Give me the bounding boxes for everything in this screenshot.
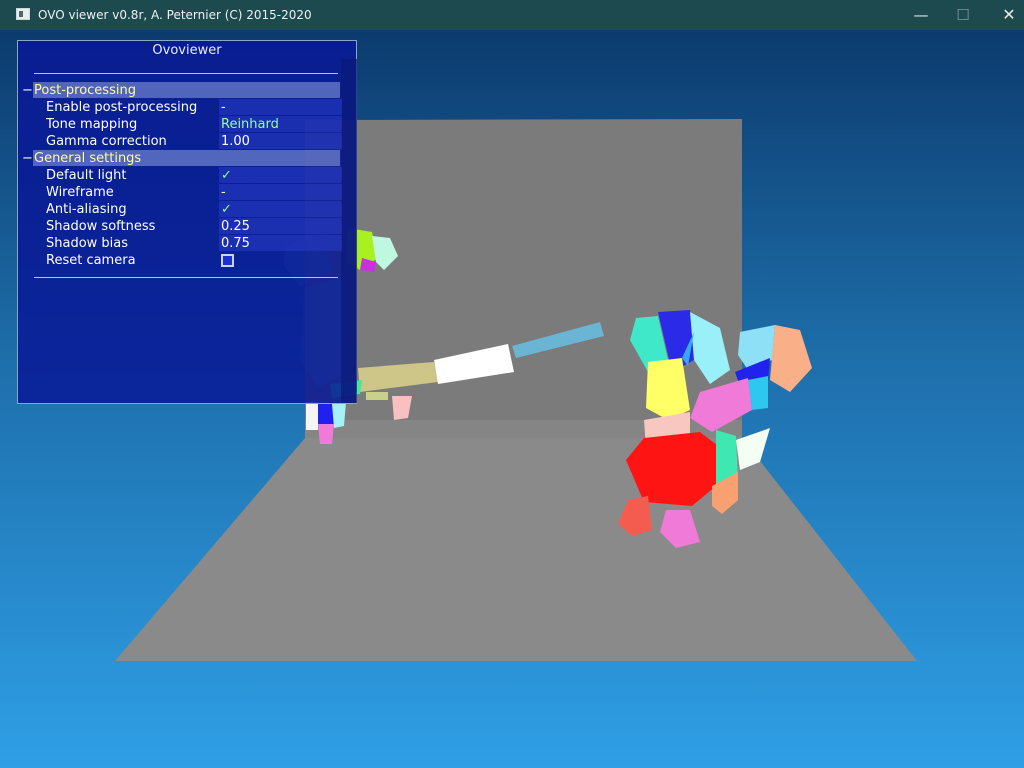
minimize-button[interactable]: —	[898, 0, 944, 30]
shadow-bias-slider[interactable]: 0.75	[219, 235, 342, 251]
panel-scrollbar[interactable]	[341, 59, 357, 403]
setting-label: Tone mapping	[46, 117, 138, 132]
setting-label: Enable post-processing	[46, 100, 198, 115]
close-button[interactable]: ✕	[986, 0, 1024, 30]
setting-wireframe: Wireframe -	[22, 184, 342, 201]
floor-plane	[115, 438, 917, 661]
setting-gamma-correction: Gamma correction 1.00	[22, 133, 342, 150]
setting-label: Shadow bias	[46, 236, 129, 251]
setting-shadow-softness: Shadow softness 0.25	[22, 218, 342, 235]
setting-tone-mapping: Tone mapping Reinhard	[22, 116, 342, 133]
setting-label: Shadow softness	[46, 219, 156, 234]
window-title: OVO viewer v0.8r, A. Peternier (C) 2015-…	[38, 8, 312, 22]
ovoviewer-panel: Ovoviewer − Post-processing Enable post-…	[17, 40, 357, 404]
app-icon	[16, 8, 30, 20]
section-header-general-settings[interactable]: General settings	[33, 150, 340, 166]
enable-post-processing-checkbox[interactable]: -	[219, 99, 342, 115]
panel-title: Ovoviewer	[152, 43, 222, 58]
wireframe-checkbox[interactable]: -	[219, 184, 342, 200]
setting-default-light: Default light ✓	[22, 167, 342, 184]
collapse-icon[interactable]: −	[22, 82, 33, 99]
window-titlebar: OVO viewer v0.8r, A. Peternier (C) 2015-…	[0, 0, 1024, 30]
setting-label: Gamma correction	[46, 134, 167, 149]
reset-camera-cell	[219, 252, 342, 268]
panel-separator-top	[34, 73, 338, 74]
3d-viewport[interactable]: Ovoviewer − Post-processing Enable post-…	[0, 30, 1024, 768]
setting-label: Wireframe	[46, 185, 114, 200]
section-post-processing[interactable]: − Post-processing	[22, 82, 342, 99]
shadow-softness-slider[interactable]: 0.25	[219, 218, 342, 234]
setting-shadow-bias: Shadow bias 0.75	[22, 235, 342, 252]
gamma-correction-slider[interactable]: 1.00	[219, 133, 342, 149]
setting-label: Reset camera	[46, 253, 136, 268]
tone-mapping-select[interactable]: Reinhard	[219, 116, 342, 132]
reset-camera-button[interactable]	[221, 254, 234, 267]
anti-aliasing-checkbox[interactable]: ✓	[219, 201, 342, 217]
setting-label: Default light	[46, 168, 127, 183]
setting-anti-aliasing: Anti-aliasing ✓	[22, 201, 342, 218]
section-general-settings[interactable]: − General settings	[22, 150, 342, 167]
section-header-post-processing[interactable]: Post-processing	[33, 82, 340, 98]
setting-enable-post-processing: Enable post-processing -	[22, 99, 342, 116]
default-light-checkbox[interactable]: ✓	[219, 167, 342, 183]
maximize-button[interactable]: ☐	[940, 0, 986, 30]
setting-reset-camera: Reset camera	[22, 252, 342, 269]
collapse-icon[interactable]: −	[22, 150, 33, 167]
setting-label: Anti-aliasing	[46, 202, 127, 217]
panel-separator-bottom	[34, 277, 338, 278]
